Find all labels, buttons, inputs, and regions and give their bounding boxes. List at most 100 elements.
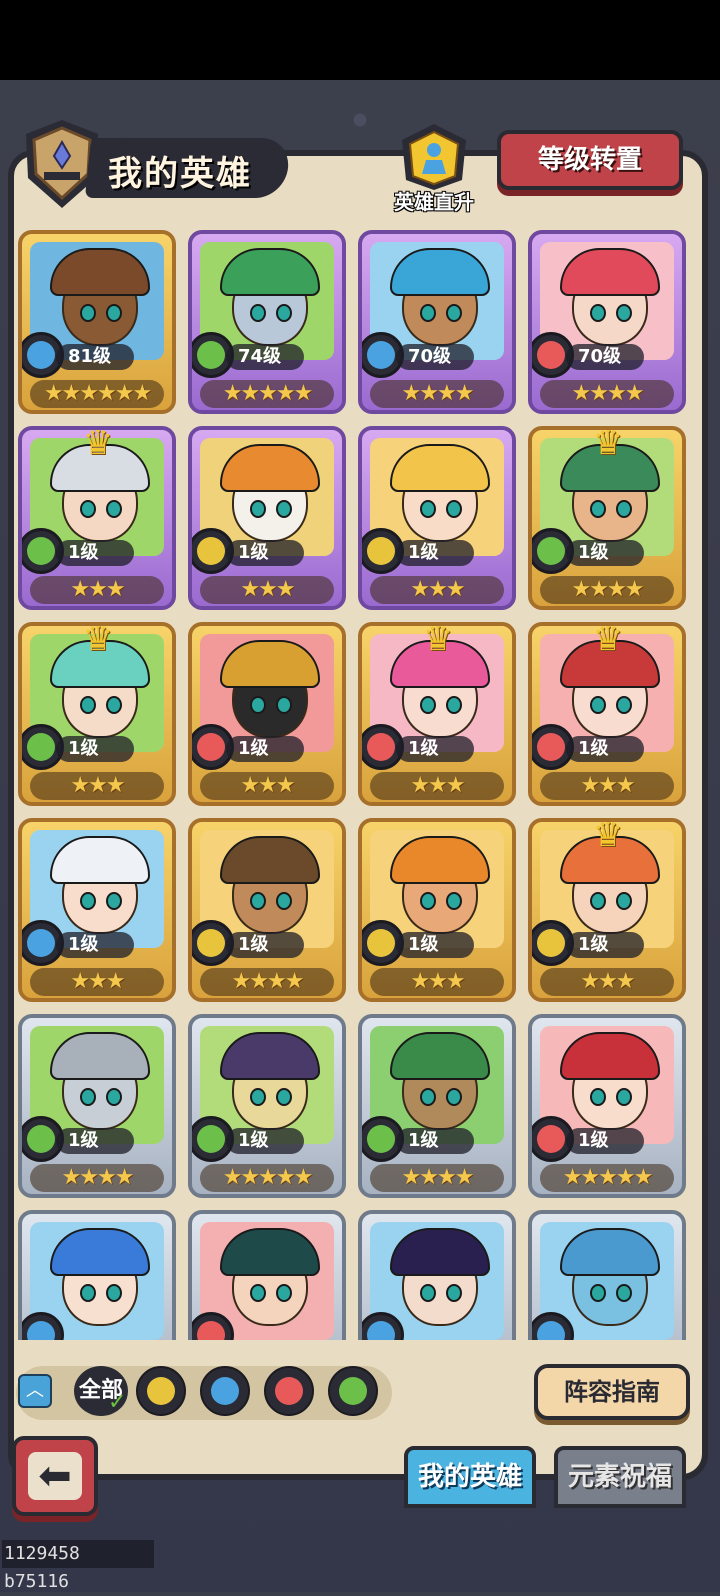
hero-card[interactable] bbox=[18, 1210, 176, 1340]
hero-stars: ★★★★★ bbox=[222, 1165, 314, 1190]
hero-level-pill: 1级 bbox=[226, 932, 304, 958]
page-title: 我的英雄 bbox=[108, 154, 252, 194]
hero-eye bbox=[446, 1088, 462, 1106]
hero-level: 1级 bbox=[578, 934, 609, 955]
hero-stars: ★★★ bbox=[240, 577, 295, 602]
hero-card[interactable]: 74级 ★★★★★ bbox=[188, 230, 346, 414]
hero-level-pill: 1级 bbox=[56, 540, 134, 566]
hero-stars-bar: ★★★ bbox=[200, 576, 334, 604]
hero-card[interactable]: 1级 ★★★★★ bbox=[188, 1014, 346, 1198]
hero-eye bbox=[616, 892, 632, 910]
hero-level-pill: 1级 bbox=[566, 540, 644, 566]
hero-card[interactable]: 1级 ★★★★ bbox=[188, 818, 346, 1002]
hero-card[interactable]: ♛ 1级 ★★★ bbox=[358, 622, 516, 806]
hero-level: 1级 bbox=[578, 738, 609, 759]
hero-eye bbox=[80, 696, 96, 714]
hero-eye bbox=[446, 500, 462, 518]
hero-card[interactable]: 70级 ★★★★ bbox=[528, 230, 686, 414]
hero-card[interactable] bbox=[358, 1210, 516, 1340]
tab-my-heroes[interactable]: 我的英雄 bbox=[404, 1446, 536, 1508]
hero-eye bbox=[276, 892, 292, 910]
hero-hair bbox=[220, 248, 320, 296]
hero-card[interactable]: ♛ 1级 ★★★ bbox=[528, 818, 686, 1002]
hero-eye bbox=[590, 500, 606, 518]
level-reset-label: 等级转置 bbox=[537, 145, 642, 175]
hero-stars: ★★★ bbox=[70, 969, 125, 994]
hero-eye bbox=[80, 304, 96, 322]
lineup-guide-button[interactable]: 阵容指南 bbox=[534, 1364, 690, 1420]
crown-icon: ♛ bbox=[592, 622, 624, 659]
hero-hair bbox=[560, 248, 660, 296]
hero-stars: ★★★★ bbox=[571, 381, 645, 406]
hero-eye bbox=[420, 1088, 436, 1106]
hero-level: 74级 bbox=[238, 346, 282, 367]
hero-direct-upgrade-button[interactable]: 英雄直升 bbox=[388, 122, 480, 214]
hero-level: 1级 bbox=[578, 1130, 609, 1151]
hero-level-pill: 1级 bbox=[396, 540, 474, 566]
hero-eye bbox=[80, 892, 96, 910]
hero-eye bbox=[106, 1284, 122, 1302]
level-reset-button[interactable]: 等级转置 bbox=[497, 130, 683, 190]
hero-level: 1级 bbox=[238, 1130, 269, 1151]
hero-card[interactable]: 1级 ★★★ bbox=[188, 622, 346, 806]
hero-eye bbox=[106, 500, 122, 518]
hero-stars: ★★★ bbox=[70, 577, 125, 602]
hero-eye bbox=[420, 696, 436, 714]
hero-level: 1级 bbox=[408, 542, 439, 563]
hero-card[interactable]: 1级 ★★★ bbox=[358, 818, 516, 1002]
hero-hair bbox=[50, 1032, 150, 1080]
hero-card[interactable]: 81级 ★★★★★★ bbox=[18, 230, 176, 414]
filter-earth-button[interactable] bbox=[136, 1366, 186, 1416]
hero-eye bbox=[276, 304, 292, 322]
hero-eye bbox=[250, 500, 266, 518]
hero-stars-bar: ★★★ bbox=[370, 576, 504, 604]
hero-stars-bar: ★★★ bbox=[370, 772, 504, 800]
hero-card[interactable]: ♛ 1级 ★★★ bbox=[18, 622, 176, 806]
hero-stars: ★★★ bbox=[410, 969, 465, 994]
hero-stars: ★★★★ bbox=[61, 1165, 135, 1190]
hero-card[interactable]: ♛ 1级 ★★★★ bbox=[528, 426, 686, 610]
back-button[interactable]: ⬅ bbox=[12, 1436, 98, 1516]
collapse-button[interactable]: ︿ bbox=[18, 1374, 52, 1408]
hero-grid[interactable]: 81级 ★★★★★★ 74级 ★★★★★ 70级 ★★★★ 70级 ★★★★ ♛ 1级 ★★★ 1级 ★… bbox=[18, 230, 702, 1340]
filter-water-button[interactable] bbox=[200, 1366, 250, 1416]
tab-element-blessing[interactable]: 元素祝福 bbox=[554, 1446, 686, 1508]
hero-card[interactable]: ♛ 1级 ★★★ bbox=[528, 622, 686, 806]
hero-level: 70级 bbox=[578, 346, 622, 367]
hero-card[interactable]: 70级 ★★★★ bbox=[358, 230, 516, 414]
hero-hair bbox=[220, 1228, 320, 1276]
hero-level-pill: 1级 bbox=[566, 1128, 644, 1154]
hero-card[interactable]: ♛ 1级 ★★★ bbox=[18, 426, 176, 610]
hero-eye bbox=[616, 500, 632, 518]
hero-eye bbox=[276, 1088, 292, 1106]
lineup-guide-label: 阵容指南 bbox=[564, 1378, 660, 1406]
hero-level-pill: 1级 bbox=[396, 932, 474, 958]
hero-stars-bar: ★★★ bbox=[540, 772, 674, 800]
hero-level: 1级 bbox=[408, 934, 439, 955]
hero-card[interactable]: 1级 ★★★★ bbox=[18, 1014, 176, 1198]
hero-stars-bar: ★★★★★★ bbox=[30, 380, 164, 408]
filter-fire-button[interactable] bbox=[264, 1366, 314, 1416]
hero-card[interactable]: 1级 ★★★ bbox=[358, 426, 516, 610]
filter-bar: ︿ 全部 ✓ 阵容指南 bbox=[16, 1362, 706, 1426]
hero-card[interactable]: 1级 ★★★★★ bbox=[528, 1014, 686, 1198]
hero-eye bbox=[590, 1284, 606, 1302]
hero-card[interactable]: 1级 ★★★★ bbox=[358, 1014, 516, 1198]
hero-card[interactable] bbox=[528, 1210, 686, 1340]
hero-stars: ★★★★★ bbox=[222, 381, 314, 406]
crown-icon: ♛ bbox=[422, 622, 454, 659]
hero-level-pill: 1级 bbox=[566, 932, 644, 958]
hero-hair bbox=[390, 248, 490, 296]
hero-stars: ★★★ bbox=[240, 773, 295, 798]
hero-card[interactable]: 1级 ★★★ bbox=[18, 818, 176, 1002]
hero-stars: ★★★★★ bbox=[562, 1165, 654, 1190]
back-arrow-icon: ⬅ bbox=[28, 1452, 82, 1500]
hero-hair bbox=[560, 1228, 660, 1276]
hero-card[interactable]: 1级 ★★★ bbox=[188, 426, 346, 610]
hero-stars: ★★★ bbox=[580, 969, 635, 994]
filter-wind-button[interactable] bbox=[328, 1366, 378, 1416]
hero-level: 1级 bbox=[238, 934, 269, 955]
hero-eye bbox=[446, 696, 462, 714]
hero-card[interactable] bbox=[188, 1210, 346, 1340]
hero-stars: ★★★ bbox=[410, 773, 465, 798]
